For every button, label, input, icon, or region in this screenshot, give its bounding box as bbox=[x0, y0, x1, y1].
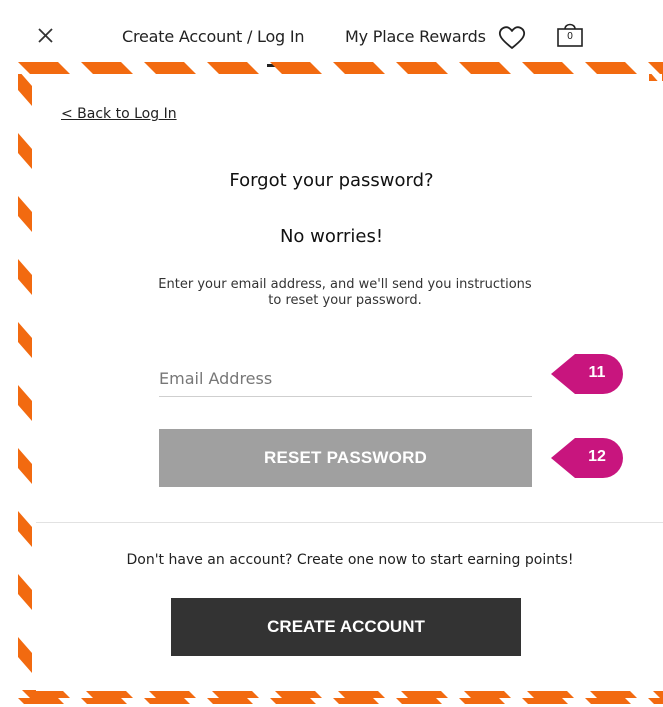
annotation-badge-email-label: 11 bbox=[588, 364, 606, 381]
bag-count: 0 bbox=[567, 31, 573, 42]
instructions-text: Enter your email address, and we'll send… bbox=[158, 277, 532, 308]
back-to-login-link[interactable]: < Back to Log In bbox=[61, 106, 177, 122]
tab-my-place-rewards-label: My Place Rewards bbox=[345, 27, 486, 46]
top-nav-bar: Create Account / Log In My Place Rewards… bbox=[0, 0, 663, 67]
annotation-badge-reset: 12 bbox=[551, 436, 625, 480]
annotation-badge-email: 11 bbox=[551, 352, 625, 396]
tab-create-account-login-label: Create Account / Log In bbox=[122, 27, 305, 46]
create-account-button[interactable]: CREATE ACCOUNT bbox=[171, 598, 521, 656]
reset-password-button[interactable]: RESET PASSWORD bbox=[159, 429, 532, 487]
page-title: Forgot your password? bbox=[229, 170, 434, 191]
section-divider bbox=[36, 522, 663, 523]
page-subtitle: No worries! bbox=[279, 226, 384, 247]
annotation-badge-reset-label: 12 bbox=[588, 448, 606, 465]
tab-create-account-login[interactable]: Create Account / Log In bbox=[122, 27, 305, 67]
tab-my-place-rewards[interactable]: My Place Rewards bbox=[345, 27, 486, 46]
close-icon[interactable] bbox=[36, 26, 56, 46]
email-field[interactable] bbox=[159, 360, 532, 397]
shopping-bag-icon[interactable]: 0 bbox=[556, 21, 584, 54]
heart-icon[interactable] bbox=[498, 26, 526, 55]
signup-promo-text: Don't have an account? Create one now to… bbox=[126, 552, 574, 568]
